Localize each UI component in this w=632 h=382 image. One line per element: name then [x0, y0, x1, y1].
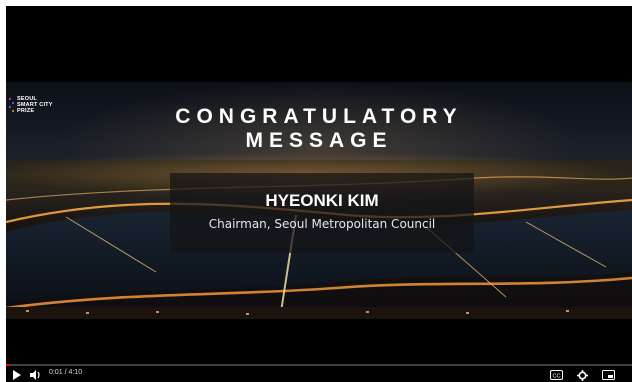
player-controls: 0:01 / 4:10 CC [6, 368, 632, 382]
speaker-caption-box: HYEONKI KIM Chairman, Seoul Metropolitan… [170, 173, 474, 253]
volume-icon [30, 370, 40, 380]
play-button[interactable] [12, 368, 21, 382]
message-title: CONGRATULATORY MESSAGE [6, 105, 632, 153]
captions-button[interactable]: CC [550, 368, 563, 382]
volume-button[interactable] [30, 368, 42, 382]
progress-bar[interactable] [6, 364, 632, 366]
time-display: 0:01 / 4:10 [49, 369, 83, 376]
settings-button[interactable] [577, 368, 588, 382]
title-line-2: MESSAGE [245, 129, 393, 152]
captions-icon: CC [550, 370, 563, 380]
title-line-1: CONGRATULATORY [175, 105, 463, 128]
miniplayer-button[interactable] [602, 368, 615, 382]
speaker-role: Chairman, Seoul Metropolitan Council [208, 217, 436, 231]
speaker-name: HYEONKI KIM [265, 191, 379, 210]
settings-icon [577, 369, 588, 381]
play-icon [13, 370, 21, 380]
video-player[interactable]: SEOUL SMART CITY PRIZE CONGRATULATORY ME… [6, 6, 632, 382]
miniplayer-icon [602, 370, 615, 380]
svg-text:CC: CC [553, 374, 561, 380]
progress-fill [6, 364, 9, 366]
